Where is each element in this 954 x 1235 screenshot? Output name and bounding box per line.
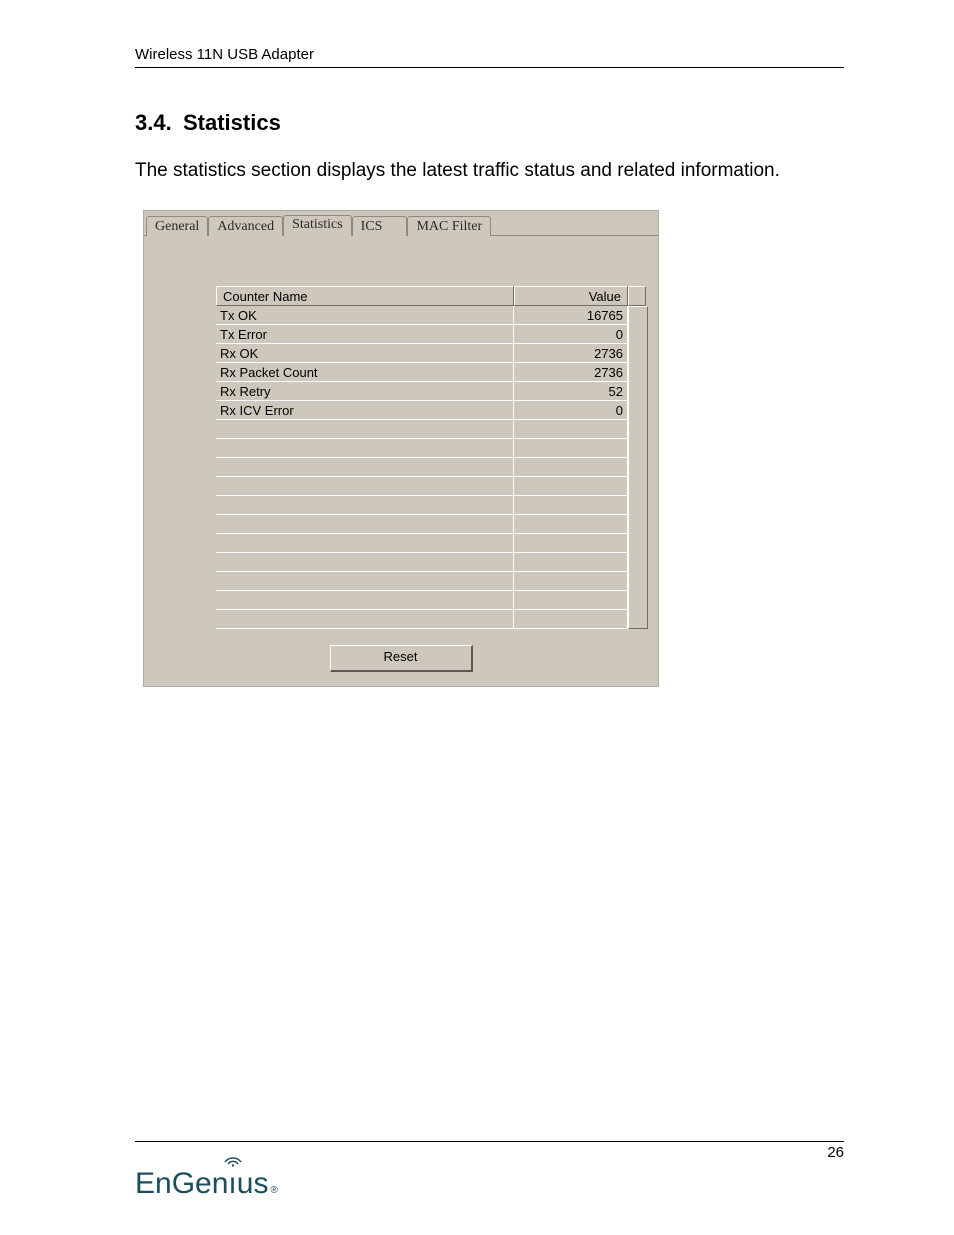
counter-name-cell: Rx Retry (216, 382, 514, 400)
table-row[interactable]: Tx OK16765 (216, 306, 628, 325)
counter-name-cell: Rx ICV Error (216, 401, 514, 419)
wifi-icon (224, 1153, 242, 1167)
statistics-table: Counter Name Value Tx OK16765Tx Error0Rx… (216, 286, 652, 629)
counter-name-cell: Tx Error (216, 325, 514, 343)
table-row[interactable] (216, 610, 628, 629)
scroll-header-stub (628, 286, 646, 306)
column-value[interactable]: Value (514, 286, 628, 306)
counter-value-cell (514, 534, 628, 552)
table-row[interactable] (216, 553, 628, 572)
table-row[interactable] (216, 515, 628, 534)
table-row[interactable] (216, 496, 628, 515)
tab-row: General Advanced Statistics ICS MAC Filt… (144, 211, 658, 236)
tab-general[interactable]: General (146, 216, 208, 236)
counter-value-cell (514, 610, 628, 628)
counter-name-cell: Tx OK (216, 306, 514, 324)
counter-name-cell (216, 515, 514, 533)
counter-name-cell (216, 477, 514, 495)
table-row[interactable]: Rx Packet Count2736 (216, 363, 628, 382)
table-row[interactable]: Tx Error0 (216, 325, 628, 344)
counter-name-cell (216, 439, 514, 457)
table-header: Counter Name Value (216, 286, 652, 306)
table-row[interactable] (216, 420, 628, 439)
section-number: 3.4. (135, 110, 183, 136)
counter-value-cell (514, 439, 628, 457)
counter-name-cell (216, 496, 514, 514)
table-row[interactable] (216, 458, 628, 477)
table-row[interactable]: Rx ICV Error0 (216, 401, 628, 420)
counter-name-cell (216, 420, 514, 438)
tab-mac-filter[interactable]: MAC Filter (407, 216, 491, 236)
counter-name-cell (216, 610, 514, 628)
column-counter-name[interactable]: Counter Name (216, 286, 514, 306)
counter-value-cell (514, 553, 628, 571)
reset-button[interactable]: Reset (330, 645, 473, 672)
engenius-logo: EnGen ıus® (135, 1167, 278, 1201)
counter-value-cell (514, 477, 628, 495)
tab-statistics[interactable]: Statistics (283, 215, 352, 236)
counter-name-cell: Rx Packet Count (216, 363, 514, 381)
table-row[interactable] (216, 439, 628, 458)
counter-value-cell (514, 515, 628, 533)
counter-value-cell: 2736 (514, 363, 628, 381)
counter-name-cell (216, 458, 514, 476)
counter-value-cell (514, 420, 628, 438)
counter-value-cell: 0 (514, 325, 628, 343)
counter-name-cell (216, 534, 514, 552)
counter-name-cell (216, 591, 514, 609)
table-row[interactable] (216, 477, 628, 496)
counter-value-cell (514, 572, 628, 590)
counter-value-cell (514, 591, 628, 609)
table-row[interactable] (216, 591, 628, 610)
table-row[interactable] (216, 572, 628, 591)
counter-value-cell (514, 458, 628, 476)
scrollbar[interactable] (628, 306, 648, 629)
counter-value-cell: 2736 (514, 344, 628, 362)
table-row[interactable]: Rx OK2736 (216, 344, 628, 363)
section-heading: 3.4.Statistics (135, 110, 844, 136)
tab-ics[interactable]: ICS (352, 216, 408, 236)
counter-value-cell (514, 496, 628, 514)
section-title: Statistics (183, 110, 281, 135)
counter-value-cell: 16765 (514, 306, 628, 324)
table-row[interactable] (216, 534, 628, 553)
counter-value-cell: 52 (514, 382, 628, 400)
counter-name-cell (216, 553, 514, 571)
section-body: The statistics section displays the late… (135, 160, 844, 182)
counter-name-cell: Rx OK (216, 344, 514, 362)
tab-advanced[interactable]: Advanced (208, 216, 283, 236)
table-row[interactable]: Rx Retry52 (216, 382, 628, 401)
document-header: Wireless 11N USB Adapter (135, 46, 844, 68)
counter-name-cell (216, 572, 514, 590)
statistics-dialog: General Advanced Statistics ICS MAC Filt… (143, 210, 659, 687)
counter-value-cell: 0 (514, 401, 628, 419)
